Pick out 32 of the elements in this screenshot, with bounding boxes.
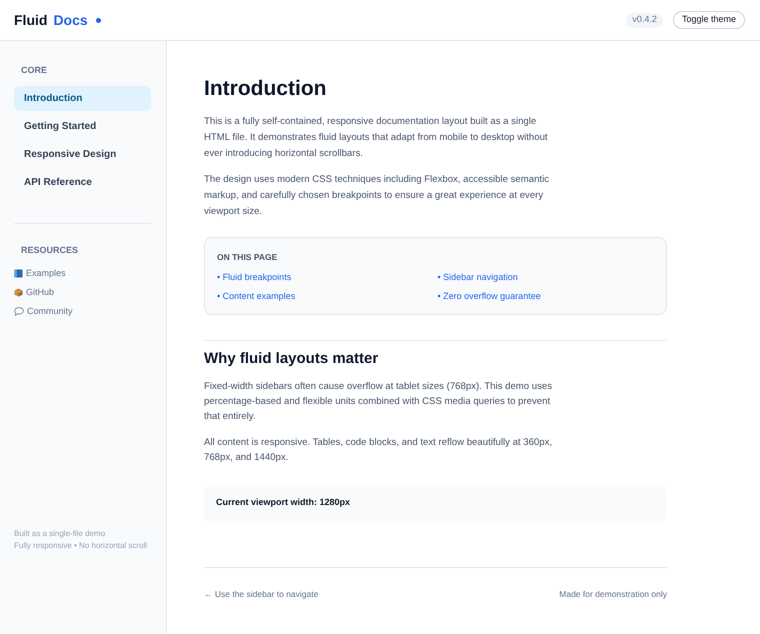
sidebar-section-title: CORE: [20, 64, 48, 76]
speech-bubble-icon: [14, 306, 24, 316]
sidebar-footer-text: Fully responsive • No horizontal scroll: [14, 540, 148, 552]
sidebar-nav-item[interactable]: Responsive Design: [14, 142, 151, 167]
page-title: Introduction: [204, 77, 328, 101]
sidebar-nav-item[interactable]: Introduction: [14, 86, 151, 111]
box-icon: [14, 288, 23, 296]
paragraph: This is a fully self-contained, responsive documentation layout built as a single HTML file. It demonstrates fluid layouts that adapt from mobile to desktop without ever introducing horizontal scrollbars.: [204, 115, 549, 161]
sidebar-footer-text: Built as a single-file demo: [14, 528, 106, 540]
sidebar-nav-item[interactable]: Getting Started: [14, 114, 151, 139]
viewport-width-text: Current viewport width: 1280px: [216, 496, 350, 510]
paragraph: All content is responsive. Tables, code blocks, and text reflow beautifully at 360px, 768px, and 1440px.: [204, 436, 553, 465]
resource-link[interactable]: GitHub: [26, 286, 54, 298]
section-heading: Why fluid layouts matter: [204, 349, 380, 369]
footer-note: Made for demonstration only: [559, 588, 667, 600]
brand-accent: Docs: [53, 10, 88, 30]
version-badge: v0.4.2: [626, 12, 663, 28]
footer-navigate-hint: ← Use the sidebar to navigate: [204, 588, 318, 600]
toggle-theme-button[interactable]: Toggle theme: [672, 11, 745, 29]
sidebar-section-title: RESOURCES: [20, 244, 80, 256]
toc-link[interactable]: • Fluid breakpoints: [217, 270, 434, 284]
toc-link[interactable]: • Zero overflow guarantee: [438, 289, 654, 303]
paragraph: Fixed-width sidebars often cause overflow at tablet sizes (768px). This demo uses percentage-based and flexible units combined with CSS media queries to prevent that entirely.: [204, 380, 553, 424]
brand-name: Fluid: [14, 10, 48, 30]
paragraph: The design uses modern CSS techniques including Flexbox, accessible semantic markup, and carefully chosen breakpoints to ensure a great experience at every viewport size.: [204, 173, 550, 219]
resource-link[interactable]: Community: [27, 305, 73, 317]
book-icon: [14, 268, 23, 278]
toc-title: ON THIS PAGE: [217, 251, 278, 263]
sidebar-nav-item[interactable]: API Reference: [14, 170, 151, 195]
toc-link[interactable]: • Sidebar navigation: [438, 270, 654, 284]
resource-link[interactable]: Examples: [26, 267, 66, 279]
toc-link[interactable]: • Content examples: [217, 289, 434, 303]
